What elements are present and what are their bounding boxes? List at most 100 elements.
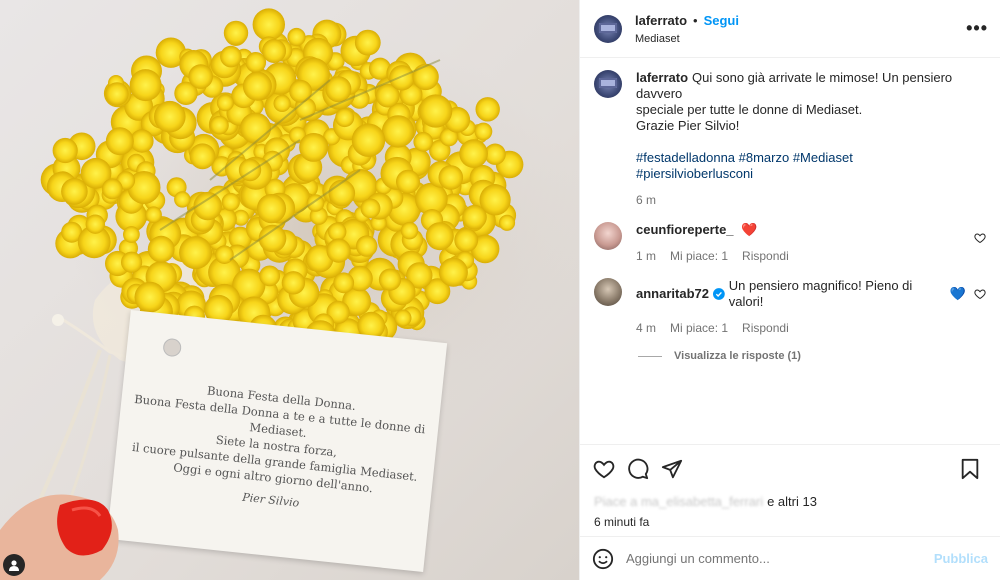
mimosa-flower xyxy=(400,222,419,240)
mimosa-flower xyxy=(221,192,240,212)
mimosa-flower xyxy=(189,143,216,170)
mimosa-flower xyxy=(474,122,493,141)
mimosa-flower xyxy=(215,245,234,264)
avatar[interactable] xyxy=(594,70,622,98)
publish-button[interactable]: Pubblica xyxy=(934,551,988,566)
mimosa-flower xyxy=(147,235,175,263)
mimosa-flower xyxy=(262,39,287,63)
mimosa-flower xyxy=(242,71,272,101)
mimosa-flower xyxy=(498,214,516,231)
mimosa-flower xyxy=(335,108,355,128)
more-options-icon[interactable]: ••• xyxy=(966,18,988,39)
mimosa-flower xyxy=(354,29,381,56)
header-subtitle[interactable]: Mediaset xyxy=(635,33,739,45)
mimosa-flower xyxy=(61,178,88,205)
bookmark-icon[interactable] xyxy=(958,457,982,481)
mimosa-flower xyxy=(179,236,213,270)
liked-by-blurred: Piace a ma_elisabetta_ferrari xyxy=(594,494,764,509)
mimosa-flower xyxy=(240,112,272,144)
mimosa-flower xyxy=(328,222,347,241)
comment-time[interactable]: 4 m xyxy=(636,320,656,336)
follow-button[interactable]: Segui xyxy=(704,13,739,28)
header-username[interactable]: laferrato xyxy=(635,13,687,28)
mimosa-flower xyxy=(174,191,191,208)
caption-text: Grazie Pier Silvio! xyxy=(636,118,740,133)
add-comment-bar: Pubblica xyxy=(580,536,1000,580)
mimosa-flower xyxy=(258,224,287,253)
mimosa-flower xyxy=(85,214,106,234)
reply-button[interactable]: Rispondi xyxy=(742,320,789,336)
view-replies-label[interactable]: Visualizza le risposte (1) xyxy=(674,350,801,362)
mimosa-flower xyxy=(394,309,412,327)
mimosa-flower xyxy=(299,133,328,162)
mimosa-flower xyxy=(129,69,162,102)
caption-username[interactable]: laferrato xyxy=(636,70,688,85)
mimosa-flower xyxy=(412,63,439,91)
comment-bubble-icon[interactable] xyxy=(626,457,650,481)
comment-text: Un pensiero magnifico! Pieno di valori! xyxy=(728,278,913,309)
post-header: laferrato • Segui Mediaset ••• xyxy=(580,0,1000,58)
caption-hashtags[interactable]: #festadelladonna #8marzo #Mediaset #pier… xyxy=(636,150,966,182)
comment-username[interactable]: annaritab72 xyxy=(636,286,709,302)
heart-emoji-icon: ❤️ xyxy=(741,222,758,237)
mimosa-flower xyxy=(425,222,454,251)
divider-line xyxy=(638,355,662,357)
like-heart-icon[interactable] xyxy=(592,457,616,481)
mimosa-flower xyxy=(273,94,291,112)
blue-heart-emoji-icon: 💙 xyxy=(949,286,966,301)
comments-section: laferrato Qui sono già arrivate le mimose… xyxy=(580,58,1000,444)
comment-likes[interactable]: Mi piace: 1 xyxy=(670,320,728,336)
mimosa-flower xyxy=(289,79,312,103)
caption-time[interactable]: 6 m xyxy=(636,192,656,208)
action-bar xyxy=(580,444,1000,492)
post-photo[interactable]: Buona Festa della Donna. Buona Festa del… xyxy=(0,0,579,580)
mimosa-flower xyxy=(419,94,453,128)
verified-badge-icon xyxy=(712,288,725,300)
reply-button[interactable]: Rispondi xyxy=(742,248,789,264)
comment-likes[interactable]: Mi piace: 1 xyxy=(670,248,728,264)
likes-summary: Piace a ma_elisabetta_ferrari e altri 13… xyxy=(580,492,1000,529)
card-hole xyxy=(162,337,183,358)
avatar[interactable] xyxy=(594,14,622,43)
mimosa-flower xyxy=(351,123,386,157)
comment-item: ceunfioreperte_ ❤️ 1 m Mi piace: 1 Rispo… xyxy=(594,222,986,264)
mimosa-flower xyxy=(333,272,355,294)
emoji-icon[interactable] xyxy=(592,548,614,570)
mimosa-flower xyxy=(223,20,249,46)
mimosa-flower xyxy=(459,139,488,168)
view-replies-button[interactable]: Visualizza le risposte (1) xyxy=(638,350,986,362)
share-paper-plane-icon[interactable] xyxy=(660,457,684,481)
mimosa-flower xyxy=(438,257,468,287)
mimosa-flower xyxy=(122,226,140,243)
caption-text: speciale per tutte le donne di Mediaset. xyxy=(636,102,863,117)
mimosa-flower xyxy=(121,251,143,273)
mimosa-flower xyxy=(396,169,420,194)
mimosa-flower xyxy=(413,132,434,152)
likes-others[interactable]: e altri 13 xyxy=(767,494,817,509)
mimosa-flower xyxy=(454,228,479,253)
mimosa-flower xyxy=(389,65,415,91)
mimosa-flower xyxy=(326,238,351,263)
mimosa-flower xyxy=(101,178,123,200)
mimosa-flower xyxy=(360,198,381,219)
like-comment-heart-icon[interactable] xyxy=(974,288,986,300)
comment-input[interactable] xyxy=(626,551,934,566)
avatar[interactable] xyxy=(594,222,622,250)
mimosa-flower xyxy=(259,265,281,287)
comment-time[interactable]: 1 m xyxy=(636,248,656,264)
mimosa-flower xyxy=(105,127,134,156)
like-comment-heart-icon[interactable] xyxy=(974,232,986,244)
mimosa-flower xyxy=(220,45,242,68)
post-time[interactable]: 6 minuti fa xyxy=(594,515,986,529)
tagged-users-icon[interactable] xyxy=(3,554,25,576)
greeting-card: Buona Festa della Donna. Buona Festa del… xyxy=(106,310,448,572)
avatar[interactable] xyxy=(594,278,622,306)
comment-username[interactable]: ceunfioreperte_ xyxy=(636,222,734,237)
mimosa-flower xyxy=(462,204,487,230)
mimosa-flower xyxy=(252,8,285,41)
mimosa-flower xyxy=(210,115,229,135)
mimosa-flower xyxy=(287,27,306,47)
mimosa-flower xyxy=(105,82,129,106)
mimosa-flower xyxy=(154,100,186,133)
mimosa-flower xyxy=(378,268,402,291)
